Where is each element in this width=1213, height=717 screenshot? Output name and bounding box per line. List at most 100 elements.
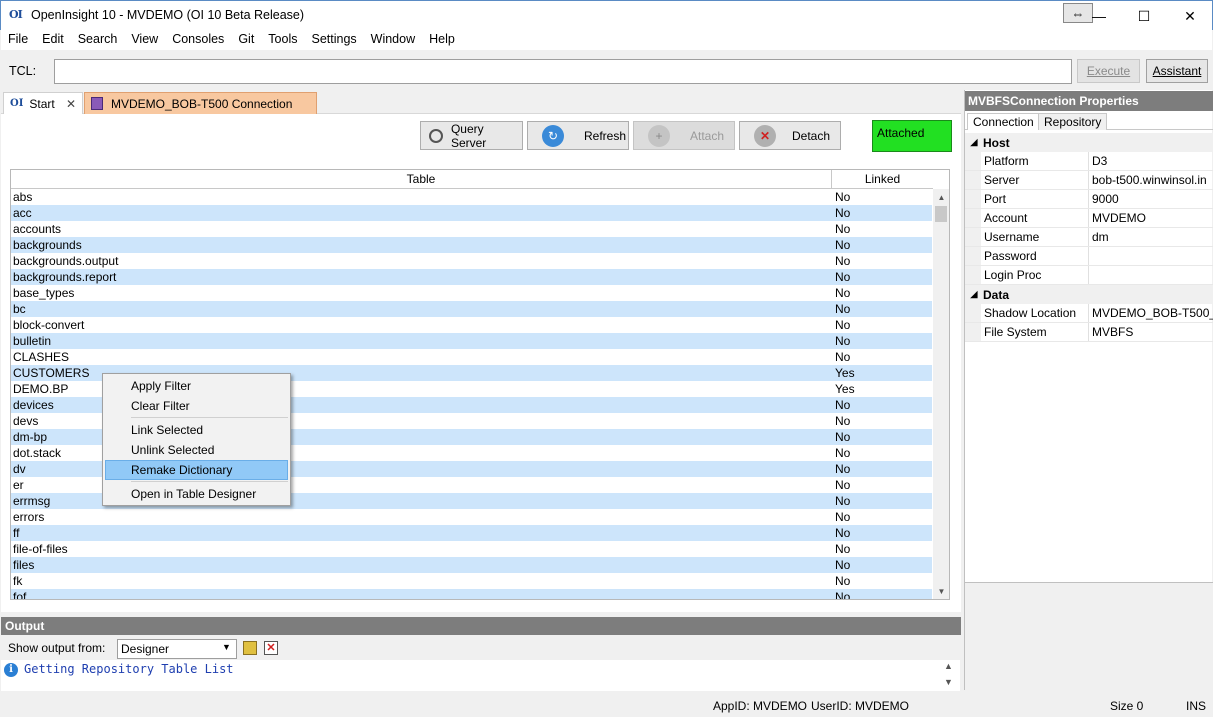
- property-value[interactable]: bob-t500.winwinsol.in: [1089, 171, 1213, 189]
- property-row[interactable]: Username dm: [965, 228, 1213, 247]
- minimize-button[interactable]: —: [1076, 1, 1122, 31]
- close-window-button[interactable]: ✕: [1167, 1, 1213, 31]
- property-key: Password: [981, 247, 1089, 265]
- property-row[interactable]: Server bob-t500.winwinsol.in: [965, 171, 1213, 190]
- output-options-icon[interactable]: [243, 641, 257, 655]
- table-row[interactable]: fof No: [11, 589, 932, 599]
- detach-plug-icon: ✕: [754, 124, 776, 147]
- table-row[interactable]: acc No: [11, 205, 932, 221]
- clear-output-icon[interactable]: ✕: [264, 641, 278, 655]
- property-row[interactable]: Account MVDEMO: [965, 209, 1213, 228]
- attach-plug-icon: +: [648, 124, 670, 147]
- menu-tools[interactable]: Tools: [261, 30, 304, 50]
- refresh-button[interactable]: ↻ Refresh: [527, 121, 629, 150]
- maximize-button[interactable]: ☐: [1121, 1, 1167, 31]
- close-icon[interactable]: ✕: [66, 97, 76, 111]
- status-insert-mode: INS: [1186, 699, 1207, 713]
- collapse-icon[interactable]: ◢: [965, 137, 983, 148]
- log-scroll-up-icon[interactable]: ▲: [944, 661, 953, 671]
- collapse-icon[interactable]: ◢: [965, 289, 983, 300]
- property-value[interactable]: [1089, 266, 1213, 284]
- table-row[interactable]: file-of-files No: [11, 541, 932, 557]
- menu-remake-dictionary[interactable]: Remake Dictionary: [105, 460, 288, 480]
- tab-connection[interactable]: MVDEMO_BOB-T500 Connection: [84, 92, 317, 114]
- vertical-scrollbar[interactable]: ▲ ▼: [933, 189, 949, 599]
- property-value[interactable]: D3: [1089, 152, 1213, 170]
- table-row[interactable]: bc No: [11, 301, 932, 317]
- property-value[interactable]: [1089, 247, 1213, 265]
- table-row[interactable]: errors No: [11, 509, 932, 525]
- table-row[interactable]: accounts No: [11, 221, 932, 237]
- property-row[interactable]: Password: [965, 247, 1213, 266]
- property-category[interactable]: ◢ Data: [965, 285, 1213, 304]
- property-gutter: [965, 209, 981, 227]
- menu-settings[interactable]: Settings: [304, 30, 363, 50]
- property-value[interactable]: MVDEMO_BOB-T500_S: [1089, 304, 1213, 322]
- menu-consoles[interactable]: Consoles: [165, 30, 231, 50]
- property-value[interactable]: MVBFS: [1089, 323, 1213, 341]
- property-value[interactable]: MVDEMO: [1089, 209, 1213, 227]
- scroll-up-icon[interactable]: ▲: [933, 189, 949, 205]
- table-row[interactable]: ff No: [11, 525, 932, 541]
- menu-apply-filter[interactable]: Apply Filter: [105, 376, 288, 396]
- property-row[interactable]: File System MVBFS: [965, 323, 1213, 342]
- table-row[interactable]: files No: [11, 557, 932, 573]
- table-row[interactable]: CLASHES No: [11, 349, 932, 365]
- column-header-linked[interactable]: Linked: [832, 170, 933, 189]
- tab-start[interactable]: OI Start ✕: [3, 92, 83, 114]
- property-row[interactable]: Shadow Location MVDEMO_BOB-T500_S: [965, 304, 1213, 323]
- linked-cell: No: [835, 254, 851, 268]
- menu-edit[interactable]: Edit: [35, 30, 71, 50]
- linked-cell: No: [835, 222, 851, 236]
- property-row[interactable]: Platform D3: [965, 152, 1213, 171]
- menu-clear-filter[interactable]: Clear Filter: [105, 396, 288, 416]
- table-row[interactable]: block-convert No: [11, 317, 932, 333]
- assistant-button[interactable]: Assistant: [1146, 59, 1208, 83]
- menu-link-selected[interactable]: Link Selected: [105, 420, 288, 440]
- menu-bar: File Edit Search View Consoles Git Tools…: [1, 30, 1212, 50]
- table-name-cell: file-of-files: [13, 542, 68, 556]
- property-row[interactable]: Login Proc: [965, 266, 1213, 285]
- attach-button[interactable]: + Attach: [633, 121, 735, 150]
- table-row[interactable]: backgrounds.report No: [11, 269, 932, 285]
- scrollbar-thumb[interactable]: [935, 206, 947, 222]
- table-row[interactable]: backgrounds No: [11, 237, 932, 253]
- linked-cell: No: [835, 318, 851, 332]
- chevron-down-icon: ▼: [222, 642, 231, 652]
- detach-button[interactable]: ✕ Detach: [739, 121, 841, 150]
- menu-search[interactable]: Search: [71, 30, 125, 50]
- table-row[interactable]: fk No: [11, 573, 932, 589]
- query-server-button[interactable]: Query Server: [420, 121, 523, 150]
- tab-connection-props[interactable]: Connection: [967, 113, 1040, 130]
- tcl-input[interactable]: [54, 59, 1072, 84]
- status-size: Size 0: [1110, 699, 1144, 713]
- log-scroll-down-icon[interactable]: ▼: [944, 677, 953, 687]
- property-key: File System: [981, 323, 1089, 341]
- linked-cell: No: [835, 206, 851, 220]
- menu-view[interactable]: View: [124, 30, 165, 50]
- menu-git[interactable]: Git: [231, 30, 261, 50]
- property-value[interactable]: dm: [1089, 228, 1213, 246]
- tab-label: Start: [29, 96, 55, 111]
- tab-label: MVDEMO_BOB-T500 Connection: [111, 96, 293, 111]
- column-header-table[interactable]: Table: [11, 170, 832, 189]
- linked-cell: No: [835, 558, 851, 572]
- property-row[interactable]: Port 9000: [965, 190, 1213, 209]
- table-row[interactable]: base_types No: [11, 285, 932, 301]
- scroll-down-icon[interactable]: ▼: [933, 583, 949, 599]
- menu-help[interactable]: Help: [422, 30, 462, 50]
- tab-repository-props[interactable]: Repository: [1038, 113, 1108, 130]
- execute-button[interactable]: Execute: [1077, 59, 1140, 83]
- property-value[interactable]: 9000: [1089, 190, 1213, 208]
- table-row[interactable]: backgrounds.output No: [11, 253, 932, 269]
- menu-open-in-table-designer[interactable]: Open in Table Designer: [105, 484, 288, 504]
- menu-unlink-selected[interactable]: Unlink Selected: [105, 440, 288, 460]
- output-source-select[interactable]: Designer ▼: [117, 639, 237, 659]
- menu-file[interactable]: File: [1, 30, 35, 50]
- detach-label: Detach: [792, 128, 831, 143]
- menu-window[interactable]: Window: [364, 30, 422, 50]
- table-row[interactable]: bulletin No: [11, 333, 932, 349]
- table-row[interactable]: abs No: [11, 189, 932, 205]
- property-category[interactable]: ◢ Host: [965, 133, 1213, 152]
- property-key: Username: [981, 228, 1089, 246]
